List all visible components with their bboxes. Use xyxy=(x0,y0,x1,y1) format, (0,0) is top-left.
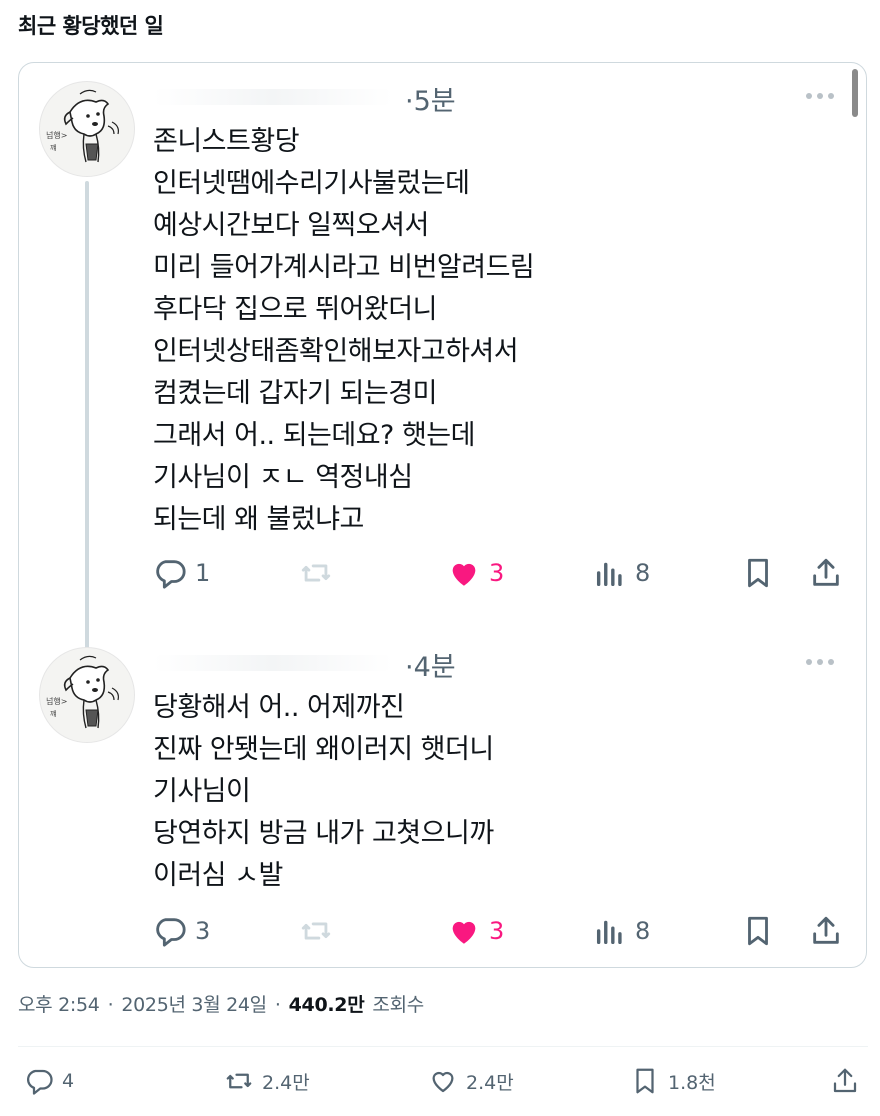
like-count: 3 xyxy=(489,917,505,945)
like-count: 3 xyxy=(489,559,505,587)
post-text: 존니스트황당 인터넷땜에수리기사불렀는데 예상시간보다 일찍오셔서 미리 들어가… xyxy=(153,126,535,535)
meta-separator: · xyxy=(107,994,114,1016)
more-icon[interactable] xyxy=(802,655,838,669)
retweet-button[interactable] xyxy=(299,553,333,593)
avatar-dog-drawing: 넘행> 꺠 xyxy=(46,655,119,729)
post-1: 넘행> 꺠 ·5분 존니스트황당 인터넷땜에수리기사불렀는데 예상시간보다 일찍… xyxy=(19,63,866,623)
timestamp[interactable]: ·5분 xyxy=(405,79,456,118)
views-count: 8 xyxy=(635,559,651,587)
share-button[interactable] xyxy=(809,911,843,951)
meta-separator: · xyxy=(274,994,281,1016)
reply-count: 3 xyxy=(195,917,211,945)
post-header: ·4분 xyxy=(153,643,838,683)
page-title: 최근 황당했던 일 xyxy=(18,14,164,38)
footer-reply-button[interactable]: 4 xyxy=(24,1066,74,1096)
post-2: 넘행> 꺠 ·4분 당황해서 어.. 어제까진 진짜 안됏는데 왜이러지 햇더니… xyxy=(19,629,866,967)
like-button[interactable]: 3 xyxy=(447,911,504,951)
more-icon[interactable] xyxy=(802,89,838,103)
reply-icon xyxy=(156,918,186,947)
heart-icon xyxy=(432,1071,454,1093)
share-icon xyxy=(833,1068,857,1093)
svg-text:꺠: 꺠 xyxy=(50,710,56,718)
avatar[interactable]: 넘행> 꺠 xyxy=(39,81,135,177)
divider xyxy=(18,1046,868,1047)
views-icon xyxy=(596,562,622,587)
post-date[interactable]: 2025년 3월 24일 xyxy=(121,990,267,1017)
reply-button[interactable]: 1 xyxy=(153,553,210,593)
footer-share-button[interactable] xyxy=(830,1066,860,1096)
avatar-dog-drawing: 넘행> 꺠 xyxy=(46,89,119,163)
views-count: 8 xyxy=(635,917,651,945)
post-meta: 오후 2:54 · 2025년 3월 24일 · 440.2만 조회수 xyxy=(18,990,424,1017)
retweet-icon xyxy=(226,1073,252,1089)
username-redacted xyxy=(153,89,393,105)
heart-icon xyxy=(452,563,476,586)
retweet-button[interactable] xyxy=(299,911,333,951)
footer-retweet-button[interactable]: 2.4만 xyxy=(224,1066,310,1096)
heart-icon xyxy=(452,921,476,944)
svg-text:꺠: 꺠 xyxy=(50,144,56,152)
footer-bookmark-count: 1.8천 xyxy=(668,1071,716,1094)
bookmark-icon xyxy=(748,558,768,588)
username-redacted xyxy=(153,655,393,671)
tweet-card[interactable]: 넘행> 꺠 ·5분 존니스트황당 인터넷땜에수리기사불렀는데 예상시간보다 일찍… xyxy=(18,62,867,968)
total-views-count: 440.2만 xyxy=(288,994,365,1016)
svg-text:넘행>: 넘행> xyxy=(46,696,67,706)
retweet-icon xyxy=(301,564,331,582)
post-text: 당황해서 어.. 어제까진 진짜 안됏는데 왜이러지 햇더니 기사님이 당연하지… xyxy=(153,692,494,891)
reply-icon xyxy=(27,1069,53,1095)
like-button[interactable]: 3 xyxy=(447,553,504,593)
timestamp[interactable]: ·4분 xyxy=(405,645,456,684)
avatar[interactable]: 넘행> 꺠 xyxy=(39,647,135,743)
views-label: 조회수 xyxy=(372,994,424,1016)
views-button[interactable]: 8 xyxy=(593,553,650,593)
post-time[interactable]: 오후 2:54 xyxy=(18,990,100,1017)
footer-retweet-count: 2.4만 xyxy=(262,1071,310,1094)
retweet-icon xyxy=(301,922,331,940)
post-actions: 3 3 8 xyxy=(153,911,853,951)
reply-count: 1 xyxy=(195,559,211,587)
views-icon xyxy=(596,920,622,945)
svg-text:넘행>: 넘행> xyxy=(46,130,67,140)
share-button[interactable] xyxy=(809,553,843,593)
views-button[interactable]: 8 xyxy=(593,911,650,951)
bookmark-icon xyxy=(636,1068,654,1094)
post-actions: 1 3 8 xyxy=(153,553,853,593)
share-icon xyxy=(813,916,839,944)
post-header: ·5분 xyxy=(153,77,838,117)
footer-like-button[interactable]: 2.4만 xyxy=(428,1066,514,1096)
reply-button[interactable]: 3 xyxy=(153,911,210,951)
footer-actions: 4 2.4만 2.4만 1.8천 xyxy=(0,1060,880,1106)
bookmark-button[interactable] xyxy=(741,911,775,951)
reply-icon xyxy=(156,560,186,589)
footer-bookmark-button[interactable]: 1.8천 xyxy=(630,1066,716,1096)
share-icon xyxy=(813,558,839,586)
bookmark-button[interactable] xyxy=(741,553,775,593)
footer-reply-count: 4 xyxy=(62,1070,75,1092)
footer-like-count: 2.4만 xyxy=(466,1071,514,1094)
bookmark-icon xyxy=(748,916,768,946)
